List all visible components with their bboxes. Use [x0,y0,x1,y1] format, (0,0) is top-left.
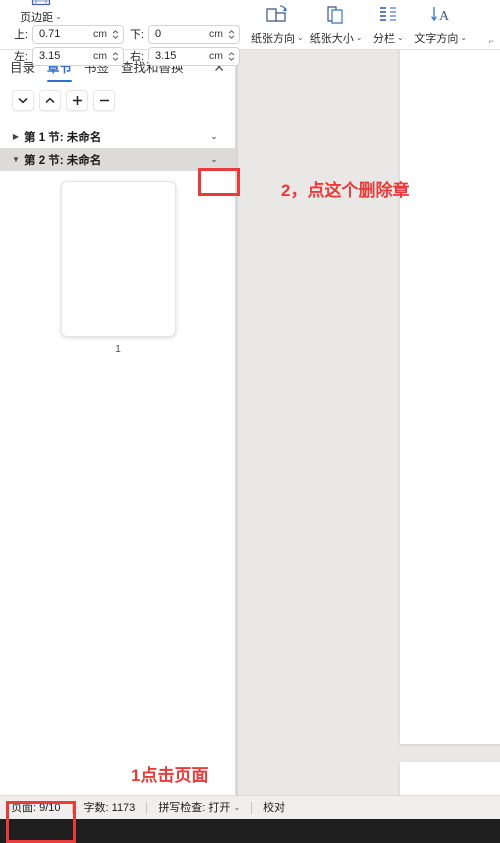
columns-icon [377,4,399,26]
page-orientation-icon [265,4,289,26]
word-count-status-label: 字数: 1173 [83,801,136,814]
margin-top-unit: cm [93,28,107,40]
expand-triangle-icon[interactable]: ▶ [10,132,22,141]
spell-check-status-label: 拼写检查: 打开 [158,801,231,814]
chevron-down-icon: ⌄ [55,11,62,21]
ribbon-expand-dialog-launcher[interactable]: ⌐ [489,37,494,46]
text-direction-icon: A [429,4,453,26]
section-list: ▶ 第 1 节: 未命名 ⌄ ▼ 第 2 节: 未命名 ⌄ [0,125,235,171]
page-orientation-label: 纸张方向 ⌄ [251,30,304,46]
margin-row-top: 上: 0.71 cm 下: 0 cm [12,24,240,44]
margin-right-value: 3.15 [155,50,177,62]
page-size-icon [325,4,347,26]
proofread-status[interactable]: 校对 [252,796,296,820]
svg-text:A: A [439,9,450,24]
page-margins-icon [30,0,52,6]
margin-right-unit: cm [209,50,223,62]
margin-top-stepper[interactable] [111,29,120,39]
chevron-down-icon: ⌄ [297,33,304,42]
section-item-1-label: 第 1 节: 未命名 [24,131,102,144]
margin-bottom-input[interactable]: 0 cm [148,24,240,44]
text-direction-label: 文字方向 ⌄ [414,30,467,46]
margin-left-label: 左: [13,51,28,63]
word-count-status[interactable]: 字数: 1173 [73,796,147,820]
panel-toolbar [0,84,235,117]
margin-left-value: 3.15 [39,50,61,62]
section-item-1[interactable]: ▶ 第 1 节: 未命名 ⌄ [0,125,235,148]
chevron-down-icon: ⌄ [460,33,468,42]
page-margins-label: 页边距 ⌄ [20,9,62,25]
margin-bottom-label: 下: [129,29,144,41]
section-item-2-menu-chevron-down-icon[interactable]: ⌄ [199,149,229,170]
page-thumbnail[interactable] [60,181,176,337]
chevron-down-icon: ⌄ [355,33,363,42]
margin-row-bottom: 左: 3.15 cm 右: 3.15 cm [12,46,240,66]
document-page-9[interactable] [400,50,500,744]
chevron-down-icon: ⌄ [397,33,404,42]
columns-caption: 分栏 [373,33,396,45]
margin-right-stepper[interactable] [227,51,236,61]
margin-top-input[interactable]: 0.71 cm [32,24,124,44]
status-bar: 页面: 9/10 字数: 1173 拼写检查: 打开 ⌄ 校对 [0,795,500,819]
columns-button[interactable]: 分栏 ⌄ [365,0,411,50]
ribbon-toolbar: 页边距 ⌄ 上: 0.71 cm 下: 0 cm 左: 3.15 cm 右: 3… [0,0,500,66]
margin-top-value: 0.71 [39,28,61,40]
move-down-button[interactable] [12,90,34,111]
annotation-click-page: 1点击页面 [131,766,209,785]
margin-bottom-value: 0 [155,28,162,40]
navigation-panel: 目录 章节 书签 查找和替换 ✕ ▶ 第 1 节: 未命名 ⌄ ▼ 第 2 节:… [0,50,236,819]
page-size-button[interactable]: 纸张大小 ⌄ [307,0,366,50]
document-canvas[interactable] [236,50,500,819]
bottom-black-strip [0,819,500,843]
page-thumbnail-area: 1 [0,181,236,355]
section-item-1-menu-chevron-down-icon[interactable]: ⌄ [199,126,229,147]
chevron-down-icon[interactable]: ⌄ [233,803,240,812]
add-section-button[interactable] [66,90,88,111]
text-direction-caption: 文字方向 [414,33,459,45]
margin-bottom-unit: cm [209,28,223,40]
spell-check-status[interactable]: 拼写检查: 打开 ⌄ [147,796,251,820]
page-size-label: 纸张大小 ⌄ [310,30,363,46]
page-orientation-caption: 纸张方向 [251,33,295,45]
move-up-button[interactable] [39,90,61,111]
margin-right-label: 右: [129,51,144,63]
margin-fields: 上: 0.71 cm 下: 0 cm 左: 3.15 cm 右: 3.15 cm [12,24,240,66]
margin-top-label: 上: [13,29,28,41]
section-item-2[interactable]: ▼ 第 2 节: 未命名 ⌄ [0,148,235,171]
margin-left-stepper[interactable] [111,51,120,61]
page-margins-group: 页边距 ⌄ 上: 0.71 cm 下: 0 cm 左: 3.15 cm 右: 3… [12,0,240,66]
remove-section-button[interactable] [93,90,115,111]
page-orientation-button[interactable]: 纸张方向 ⌄ [248,0,307,50]
margin-right-input[interactable]: 3.15 cm [148,46,240,66]
page-margins-caption-text: 页边距 [20,11,54,24]
annotation-delete-section: 2，点这个删除章 [281,181,410,200]
page-margins-button[interactable]: 页边距 ⌄ [12,0,70,25]
wps-writer-window: 页边距 ⌄ 上: 0.71 cm 下: 0 cm 左: 3.15 cm 右: 3… [0,0,500,843]
margin-left-unit: cm [93,50,107,62]
columns-label: 分栏 ⌄ [373,30,404,46]
canvas-left-gutter [236,50,238,819]
page-size-caption: 纸张大小 [309,33,354,45]
margin-bottom-stepper[interactable] [227,29,236,39]
page-thumbnail-number: 1 [115,344,121,355]
proofread-status-label: 校对 [263,801,286,814]
page-count-status-label: 页面: 9/10 [11,801,61,814]
page-count-status[interactable]: 页面: 9/10 [0,796,72,820]
margin-left-input[interactable]: 3.15 cm [32,46,124,66]
collapse-triangle-icon[interactable]: ▼ [10,155,22,164]
text-direction-button[interactable]: A 文字方向 ⌄ [411,0,470,50]
section-item-2-label: 第 2 节: 未命名 [24,154,102,167]
